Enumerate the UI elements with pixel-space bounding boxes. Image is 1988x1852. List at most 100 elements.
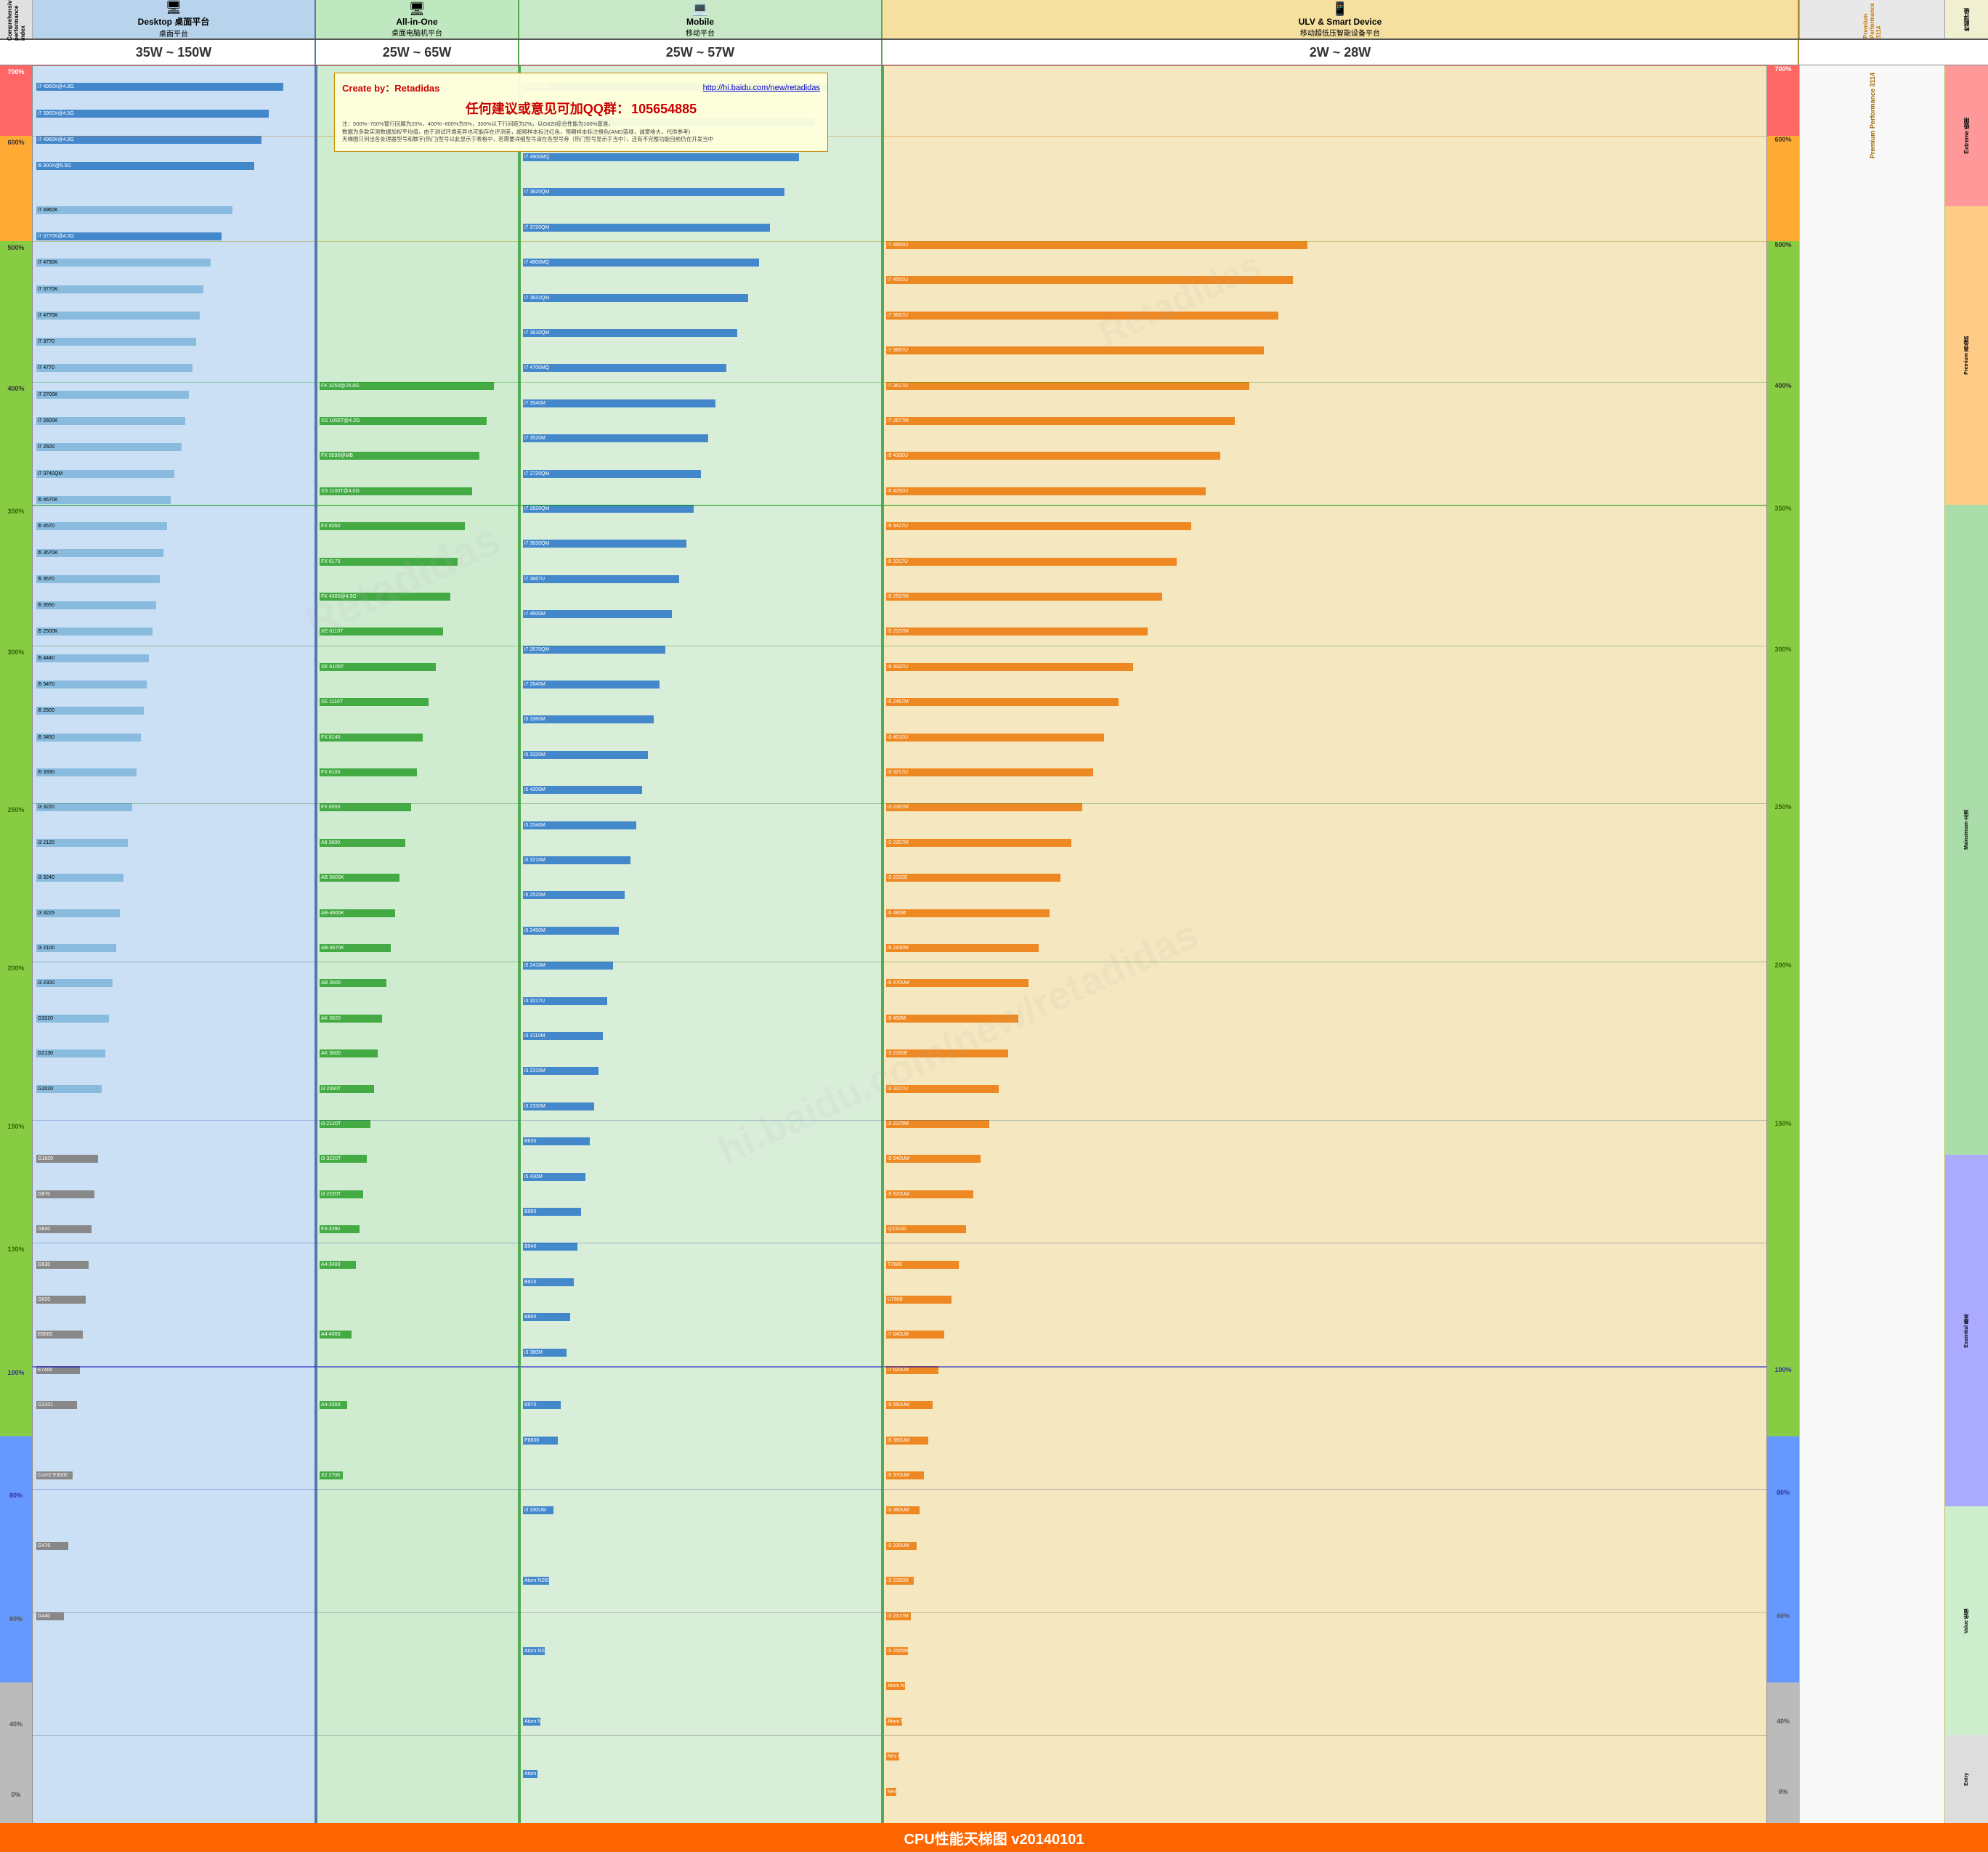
cpu-i7-2700k: i7 2700K — [36, 391, 189, 399]
mob-i5-2520m: i5 2520M — [523, 891, 625, 899]
cpu-i3-3220: i3 3220 — [36, 803, 132, 811]
ulv-i3-2310e: i3 2310E — [886, 874, 1060, 882]
desktop-subtitle: 桌面平台 — [159, 28, 188, 38]
aio-xeonx5: X2 2706 — [320, 1471, 343, 1479]
aio-a4: A8 3600 — [320, 839, 405, 847]
ulv-i3-2330e: i3 2330E — [886, 1049, 1008, 1057]
r-pct-500: 500% — [1767, 241, 1799, 248]
pct-80: 80% — [0, 1489, 32, 1502]
mob-i5-3360m: i5 3360M — [523, 715, 654, 723]
value-rating-label: Value 低值 — [1963, 1609, 1971, 1633]
pct-200: 200% — [0, 962, 32, 975]
cpu-e8600: E8600 — [36, 1331, 83, 1339]
ulv-i5-2557m: i5 2557M — [886, 593, 1162, 601]
left-axis-header: Comprehensive performance index — [0, 0, 33, 38]
aio-ab3690: A4-3400 — [320, 1261, 356, 1269]
mob-atom-n2800: Atom N2800 — [523, 1647, 545, 1655]
mob-i7-2820qm: i7 2820QM — [523, 505, 694, 513]
aio-2300t: i3 2390T — [320, 1085, 374, 1093]
ulv-wattage: 2W ~ 28W — [883, 40, 1799, 65]
pct-150: 150% — [0, 1120, 32, 1133]
page-wrapper: Comprehensive performance index 🖥 Deskto… — [0, 0, 1988, 1852]
mob-i5-2540m: i5 2540M — [523, 821, 636, 829]
premium-rating: Premium 高品质 — [1945, 206, 1988, 505]
cpu-i7-4960x: i7 4960K@4.9G — [36, 136, 261, 144]
ulv-i7-2677m: i7 2677M — [886, 417, 1235, 425]
cpu-i5-2500: i5 2500 — [36, 707, 144, 715]
r-pct-600: 600% — [1767, 136, 1799, 143]
mobile-icon: 💻 — [692, 1, 708, 17]
pct-40: 40% — [0, 1718, 32, 1731]
y-axis-labels-right: 700% 600% 500% 400% 350% 300% 250% 200% … — [1766, 65, 1799, 1823]
aio-xeon-e3b: XS 1055T@4.2G — [320, 417, 487, 425]
mobile-title: Mobile — [686, 17, 714, 27]
pct-700: 700% — [0, 65, 32, 78]
cpu-g840: G840 — [36, 1225, 92, 1233]
mob-b830: B830 — [523, 1137, 590, 1145]
info-author: Create by：Retadidas — [342, 81, 439, 94]
desktop-wattage: 35W ~ 150W — [33, 40, 316, 65]
aio-xeon-e3: FK 3250@25.8G — [320, 382, 494, 390]
r-pct-0: 0% — [1767, 1788, 1799, 1795]
mob-i3-3217u: i3 3217U — [523, 997, 607, 1005]
aio-e1-2100: AB-3670K — [320, 944, 391, 952]
ulv-i5-4250u: i5 4250U — [886, 487, 1206, 495]
cpu-i5-3570k: i5 3570K — [36, 549, 163, 557]
cpu-i7-4960: i7 4960X@4.9G — [36, 83, 283, 91]
ulv-nex-m88: Nex M88 — [886, 1788, 896, 1796]
ulv-i5-3427u: i5 3427U — [886, 522, 1191, 530]
ulv-subtitle: 移动超低压智能设备平台 — [1300, 27, 1380, 38]
ulv-i5-540um: i5 540UM — [886, 1155, 981, 1163]
allinone-title: All-in-One — [396, 17, 437, 27]
footer-title: CPU性能天梯图 v20140101 — [904, 1827, 1084, 1848]
ulv-i5-380um: i5 380UM — [886, 1437, 928, 1445]
r-pct-400: 400% — [1767, 382, 1799, 389]
ulv-i3-2375m: i3 2375M — [886, 1120, 989, 1128]
essential-rating: Essential 基本 — [1945, 1155, 1988, 1506]
mob-i7-2640m: i7 2640M — [523, 681, 660, 689]
aio-i7-3770s: FX 9590@MB — [320, 452, 479, 460]
allinone-header: 🖥 All-in-One 桌面电脑机平台 — [316, 0, 519, 38]
mob-i3-2310m: i3 2310M — [523, 1067, 599, 1075]
ulv-i3-2357m: i3 2357M — [886, 839, 1071, 847]
aio-fx4300: XE 1110T — [320, 698, 429, 706]
chart-area: i7 4960X@4.9G i7 3960X@4.5G i7 4960K@4.9… — [0, 65, 1988, 1823]
cpu-i7-4770: i7 4770 — [36, 364, 192, 372]
cpu-i7-4820: i7 3770K@4.5G — [36, 232, 222, 240]
r-pct-60: 60% — [1767, 1612, 1799, 1620]
aio-2100t: i3 2120T — [320, 1120, 370, 1128]
cpu-i7-4790k: i7 4790K — [36, 259, 211, 267]
aio-e2-3200: AB-4600K — [320, 909, 395, 917]
desktop-title: Desktop 桌面平台 — [138, 15, 210, 28]
ulv-t7600: T7600 — [886, 1261, 959, 1269]
premium-perf-label: Premium Performance 3114 — [1862, 0, 1882, 38]
mob-i5-4200m: i5 4200M — [523, 786, 642, 794]
cpu-g870: G870 — [36, 1190, 94, 1198]
allinone-column: FK 3250@25.8G XS 1055T@4.2G FX 9590@MB X… — [316, 65, 519, 1823]
ulv-i7-3687u: i7 3687U — [886, 312, 1278, 320]
mob-b940: B940 — [523, 1243, 577, 1251]
premium-perf-column: Premium Performance 3114 — [1799, 65, 1944, 1823]
mob-b810: B810 — [523, 1278, 574, 1286]
aio-g4400: AK 3600 — [320, 1049, 378, 1057]
ulv-i7-3517u: i7 3517U — [886, 382, 1249, 390]
ulv-u7600: U7600 — [886, 1296, 952, 1304]
cpu-i3-3225: i3 3225 — [36, 909, 120, 917]
info-note1: 注：500%~700%暂行回展为20%，400%~600%为5%，300%以下行… — [342, 121, 820, 129]
allinone-icon: 🖥 — [409, 1, 426, 17]
mob-atom-n2600: Atom N2600 — [523, 1577, 549, 1585]
r-pct-300: 300% — [1767, 646, 1799, 653]
ulv-i5-560um: i5 560UM — [886, 1401, 933, 1409]
cpu-i3-2100: i3 2100 — [36, 944, 116, 952]
entry-rating-label: Entry — [1964, 1773, 1969, 1786]
extreme-rating-label: Extreme 极限 — [1963, 118, 1971, 154]
aio-ab3290: F3-3290 — [320, 1225, 360, 1233]
cpu-i3-3240: i3 3240 — [36, 874, 123, 882]
mob-i7-4900mq: i7 4900MQ — [523, 153, 799, 161]
cpu-g1820: G1820 — [36, 1155, 98, 1163]
pct-500: 500% — [0, 241, 32, 254]
ulv-i3-3227u: i3 3227U — [886, 1085, 999, 1093]
aio-a6-3500: AB 5600K — [320, 874, 399, 882]
aio-i5-2500k: XS 1100T@4.0G — [320, 487, 472, 495]
aio-e3300: i3 3220T — [320, 1155, 367, 1163]
